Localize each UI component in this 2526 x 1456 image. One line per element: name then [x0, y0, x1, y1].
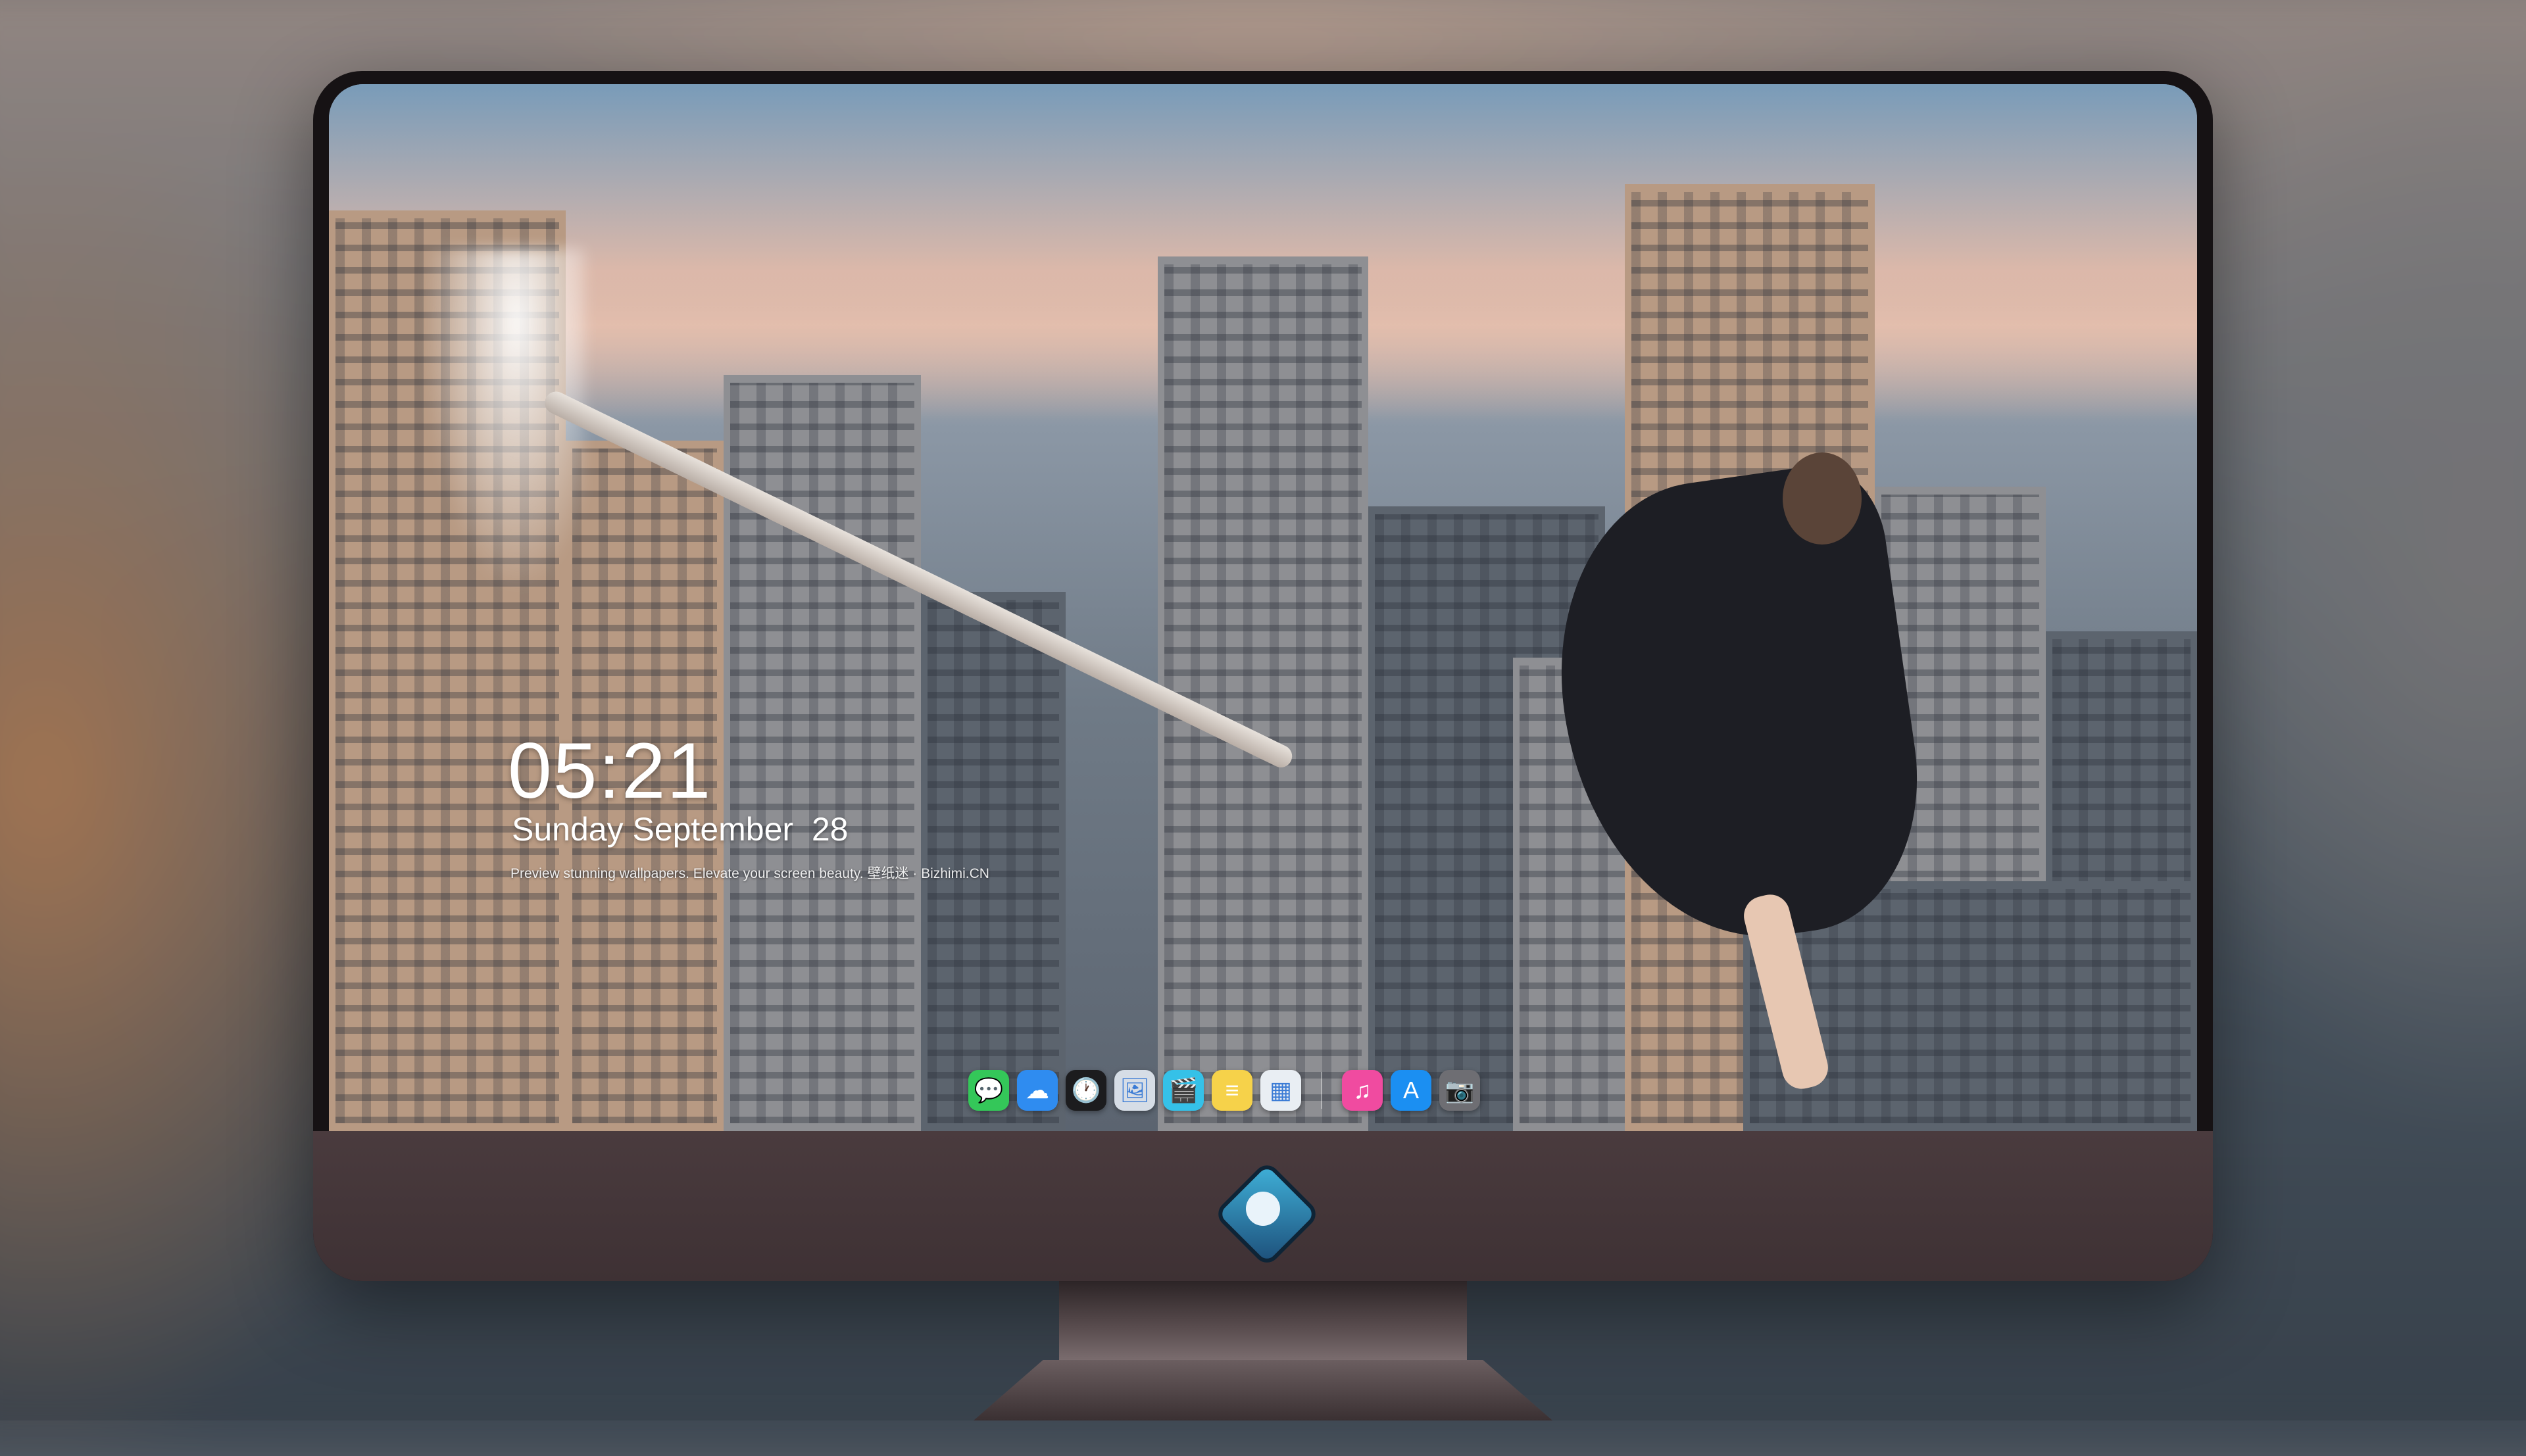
- photos-icon[interactable]: ▦: [1260, 1070, 1301, 1111]
- desktop-screen: 05:21 Sunday September 28 Preview stunni…: [329, 84, 2197, 1131]
- logo-mascot: [1246, 1192, 1280, 1226]
- dock-separator: [1321, 1072, 1322, 1109]
- preview-icon[interactable]: 🖼: [1114, 1070, 1155, 1111]
- messages-icon[interactable]: 💬: [968, 1070, 1009, 1111]
- building: [1158, 256, 1368, 1131]
- monitor-stand-base: [974, 1360, 1552, 1420]
- app-store-icon[interactable]: A: [1391, 1070, 1431, 1111]
- wallpaper-tagline: Preview stunning wallpapers. Elevate you…: [510, 866, 989, 881]
- building: [921, 592, 1066, 1131]
- weather-icon[interactable]: ☁: [1017, 1070, 1058, 1111]
- lock-date: Sunday September 28: [512, 811, 849, 848]
- dock: 💬 ☁ 🕐 🖼 🎬 ≡ ▦ ♫ A 📷: [959, 1063, 1489, 1118]
- clips-icon[interactable]: 🎬: [1163, 1070, 1204, 1111]
- camera-icon[interactable]: 📷: [1439, 1070, 1480, 1111]
- girl-head: [1783, 452, 1862, 545]
- lock-clock: 05:21: [508, 727, 712, 815]
- music-icon[interactable]: ♫: [1342, 1070, 1383, 1111]
- smoke-trail: [414, 249, 585, 617]
- clock-icon[interactable]: 🕐: [1066, 1070, 1106, 1111]
- notes-icon[interactable]: ≡: [1212, 1070, 1252, 1111]
- monitor-stand-neck: [1059, 1281, 1467, 1360]
